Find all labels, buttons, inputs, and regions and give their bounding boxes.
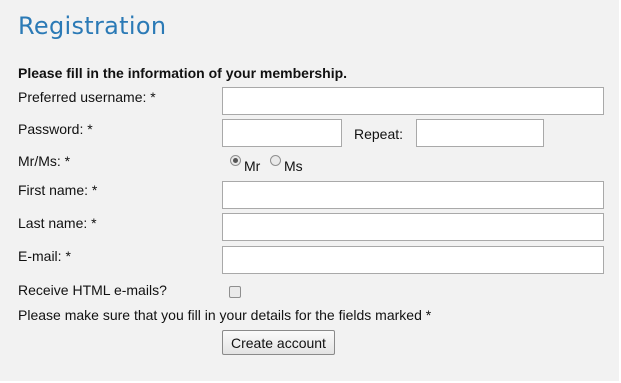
create-account-button[interactable]: Create account	[222, 330, 335, 355]
registration-panel: Registration Please fill in the informat…	[0, 0, 621, 383]
page-title: Registration	[18, 12, 167, 40]
required-fields-notice: Please make sure that you fill in your d…	[18, 307, 432, 323]
last-name-input[interactable]	[222, 213, 604, 241]
radio-ms-label: Ms	[284, 158, 303, 174]
email-input[interactable]	[222, 246, 604, 274]
first-name-input[interactable]	[222, 181, 604, 209]
form-intro: Please fill in the information of your m…	[18, 65, 348, 81]
first-name-label: First name: *	[18, 182, 98, 198]
password-label: Password: *	[18, 121, 93, 137]
username-label: Preferred username: *	[18, 89, 156, 105]
html-emails-checkbox[interactable]	[229, 286, 241, 298]
salutation-label: Mr/Ms: *	[18, 153, 71, 169]
email-label: E-mail: *	[18, 248, 71, 264]
radio-mr[interactable]	[230, 155, 241, 166]
username-input[interactable]	[222, 87, 604, 115]
radio-mr-label: Mr	[244, 158, 261, 174]
html-emails-label: Receive HTML e-mails?	[18, 282, 167, 298]
repeat-label: Repeat:	[354, 126, 404, 142]
repeat-password-input[interactable]	[416, 119, 544, 147]
password-input[interactable]	[222, 119, 342, 147]
last-name-label: Last name: *	[18, 215, 97, 231]
radio-ms[interactable]	[270, 155, 281, 166]
